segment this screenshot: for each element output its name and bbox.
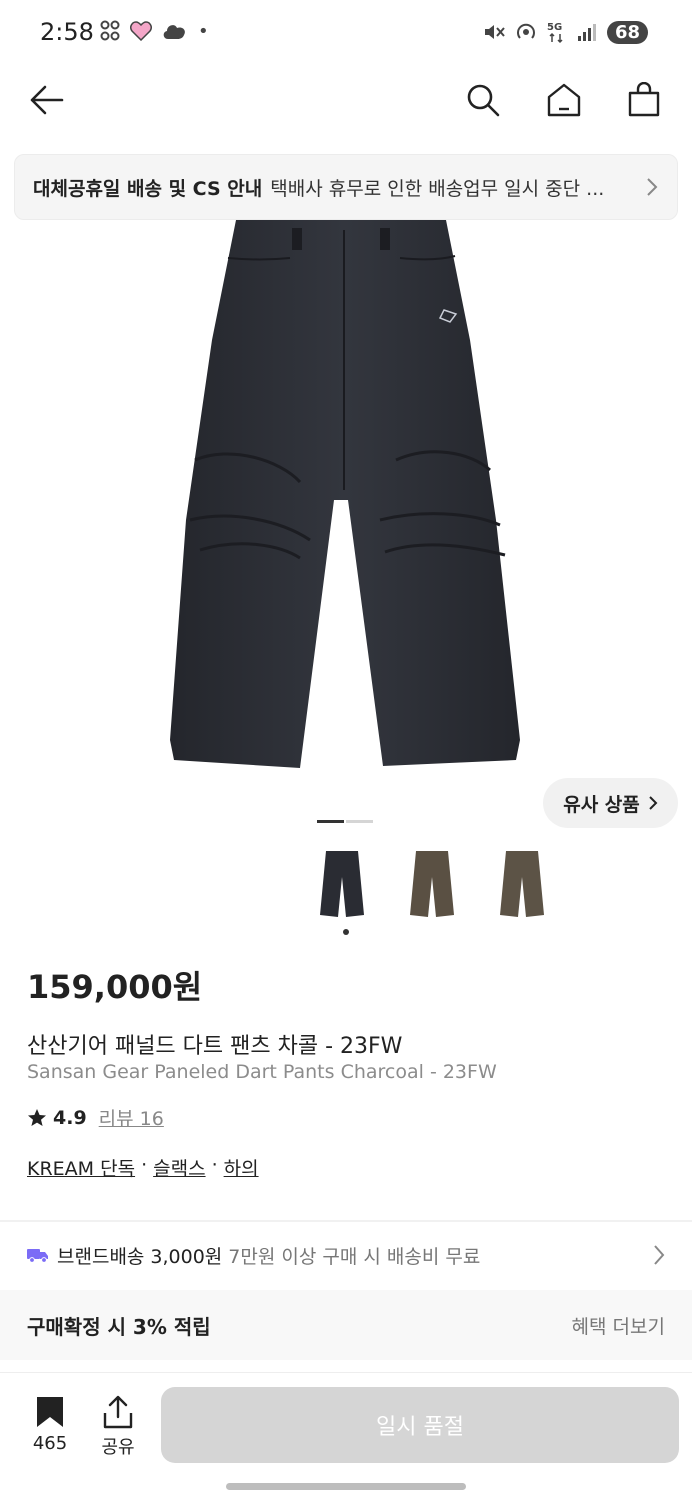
- chevron-right-icon: [649, 796, 658, 810]
- tag-separator: ·: [141, 1154, 148, 1176]
- shipping-info-row[interactable]: 브랜드배송 3,000원 7만원 이상 구매 시 배송비 무료: [0, 1222, 692, 1288]
- review-link[interactable]: 리뷰 16: [99, 1104, 164, 1131]
- wishlist-button[interactable]: 465: [28, 1395, 72, 1454]
- product-rating: 4.9 리뷰 16: [27, 1104, 164, 1131]
- tag-exclusive[interactable]: KREAM 단독: [27, 1154, 135, 1181]
- product-name-korean: 산산기어 패널드 다트 팬츠 차콜 - 23FW: [27, 1034, 403, 1059]
- back-button[interactable]: [26, 80, 66, 120]
- home-indicator: [226, 1483, 466, 1490]
- home-icon: [547, 83, 581, 117]
- cart-button[interactable]: [624, 80, 664, 120]
- arrow-left-icon: [30, 85, 64, 115]
- benefit-title: 구매확정 시 3% 적립: [27, 1314, 211, 1339]
- status-notification-icons: •: [100, 20, 209, 42]
- pager-indicator-active: [317, 820, 344, 823]
- notice-title: 대체공휴일 배송 및 CS 안내: [33, 177, 263, 200]
- sold-out-label: 일시 품절: [376, 1415, 464, 1440]
- chevron-right-icon: [654, 1245, 665, 1265]
- tag-category[interactable]: 슬랙스: [153, 1154, 205, 1181]
- pager-indicator: [346, 820, 373, 823]
- bottom-action-bar: 465 공유 일시 품절: [0, 1372, 692, 1500]
- 5g-icon: 5G: [547, 22, 563, 44]
- pants-illustration: [170, 220, 520, 768]
- signal-icon: [577, 24, 596, 41]
- app-notification-icon: [100, 20, 120, 41]
- top-navigation: [0, 68, 692, 134]
- rating-value: 4.9: [53, 1106, 87, 1129]
- thumbnail-brown[interactable]: [402, 846, 462, 922]
- notice-text: 택배사 휴무로 인한 배송업무 일시 중단 ...: [270, 177, 605, 200]
- search-icon: [467, 84, 500, 117]
- status-system-icons: 5G 68: [483, 20, 648, 44]
- pants-thumbnail: [500, 851, 544, 917]
- shopping-bag-icon: [628, 82, 660, 117]
- wishlist-count: 465: [32, 1433, 68, 1454]
- home-button[interactable]: [544, 80, 584, 120]
- shipping-label: 브랜드배송: [57, 1245, 145, 1268]
- cloud-icon: [163, 25, 185, 39]
- shipping-condition: 7만원 이상 구매 시 배송비 무료: [228, 1245, 481, 1268]
- notice-banner[interactable]: 대체공휴일 배송 및 CS 안내 택배사 휴무로 인한 배송업무 일시 중단 .…: [14, 154, 678, 220]
- benefit-more-link[interactable]: 혜택 더보기: [572, 1312, 665, 1339]
- svg-text:5G: 5G: [547, 22, 562, 33]
- pants-thumbnail: [320, 851, 364, 917]
- product-name-english: Sansan Gear Paneled Dart Pants Charcoal …: [27, 1061, 497, 1083]
- search-button[interactable]: [463, 80, 503, 120]
- shipping-price: 3,000원: [150, 1245, 223, 1268]
- mute-icon: [484, 25, 505, 39]
- product-image[interactable]: [0, 220, 692, 810]
- product-price: 159,000원: [27, 968, 203, 1006]
- image-pager: [317, 820, 373, 823]
- battery-level: 68: [606, 20, 648, 44]
- share-label: 공유: [101, 1437, 135, 1458]
- share-button[interactable]: 공유: [96, 1395, 140, 1459]
- share-icon: [103, 1395, 133, 1429]
- product-tags: KREAM 단독 · 슬랙스 · 하의: [27, 1154, 259, 1181]
- pants-thumbnail: [410, 851, 454, 917]
- status-time: 2:58: [40, 18, 94, 46]
- thumbnail-charcoal[interactable]: [312, 846, 372, 922]
- more-notifications-dot-icon: •: [198, 20, 209, 42]
- heart-icon: [130, 21, 152, 41]
- status-bar: 2:58 • 5G 68: [0, 0, 692, 68]
- chevron-right-icon: [647, 178, 658, 196]
- truck-icon: [27, 1249, 48, 1263]
- similar-products-label: 유사 상품: [563, 793, 640, 816]
- color-thumbnails: [312, 846, 552, 922]
- tag-parent-category[interactable]: 하의: [224, 1154, 259, 1181]
- sold-out-button[interactable]: 일시 품절: [161, 1387, 679, 1463]
- hotspot-icon: [517, 23, 535, 39]
- benefit-row: 구매확정 시 3% 적립 혜택 더보기: [0, 1290, 692, 1360]
- star-icon: [28, 1108, 46, 1126]
- tag-separator: ·: [211, 1154, 218, 1176]
- selected-thumbnail-dot: [343, 929, 349, 935]
- bookmark-icon: [37, 1397, 63, 1427]
- thumbnail-khaki[interactable]: [492, 846, 552, 922]
- similar-products-button[interactable]: 유사 상품: [543, 778, 678, 828]
